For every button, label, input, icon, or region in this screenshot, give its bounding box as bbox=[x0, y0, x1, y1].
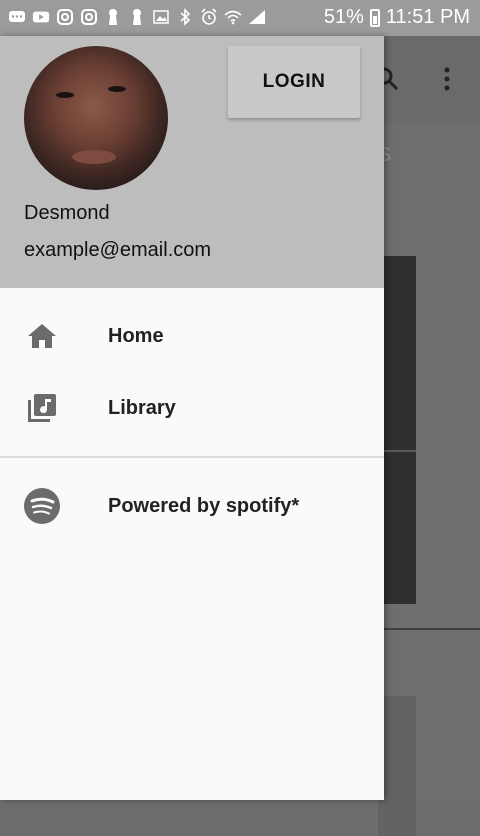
instagram-icon bbox=[56, 8, 74, 26]
battery-percent: 51% bbox=[323, 6, 364, 28]
alarm-icon bbox=[200, 8, 218, 26]
drawer-item-home[interactable]: Home bbox=[0, 300, 384, 372]
navigation-drawer: LOGIN Desmond example@email.com Home Lib… bbox=[0, 36, 384, 800]
spotify-icon bbox=[24, 488, 60, 524]
more-vert-icon bbox=[440, 66, 454, 97]
youtube-icon bbox=[32, 8, 50, 26]
background-divider bbox=[384, 628, 480, 630]
user-email: example@email.com bbox=[24, 239, 212, 261]
clock: 11:51 PM bbox=[385, 6, 470, 28]
instagram-icon bbox=[80, 8, 98, 26]
bluetooth-icon bbox=[176, 8, 194, 26]
status-bar: 51% 11:51 PM bbox=[0, 0, 480, 36]
user-name: Desmond bbox=[24, 202, 110, 224]
image-icon bbox=[152, 8, 170, 26]
drawer-item-library[interactable]: Library bbox=[0, 372, 384, 444]
drawer-item-label: Home bbox=[108, 324, 164, 347]
avatar-eye bbox=[56, 92, 74, 98]
status-right: 51% 11:51 PM bbox=[324, 6, 470, 29]
avatar-mouth bbox=[72, 150, 116, 164]
drawer-item-label: Library bbox=[108, 396, 176, 419]
battery-icon bbox=[369, 8, 380, 27]
library-music-icon bbox=[24, 390, 60, 426]
avatar[interactable] bbox=[24, 46, 168, 190]
avatar-eye bbox=[108, 86, 126, 92]
login-button[interactable]: LOGIN bbox=[228, 46, 360, 118]
notification-icons bbox=[8, 8, 266, 26]
keyhole-icon bbox=[104, 8, 122, 26]
drawer-item-label: Powered by spotify* bbox=[108, 494, 300, 517]
drawer-divider bbox=[0, 456, 384, 458]
home-icon bbox=[24, 318, 60, 354]
drawer-item-spotify[interactable]: Powered by spotify* bbox=[0, 470, 384, 542]
signal-icon bbox=[248, 8, 266, 26]
keyhole-icon bbox=[128, 8, 146, 26]
drawer-header: LOGIN Desmond example@email.com bbox=[0, 36, 384, 288]
wifi-icon bbox=[224, 8, 242, 26]
message-icon bbox=[8, 8, 26, 26]
